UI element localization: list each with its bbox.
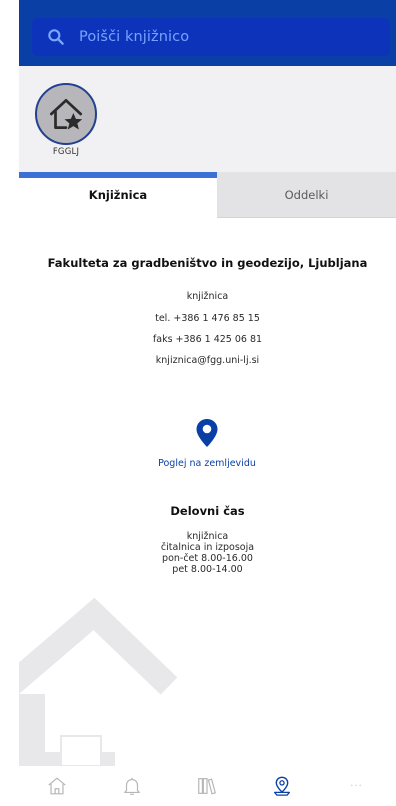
map-pin-icon: [273, 776, 290, 796]
library-code: FGGLJ: [52, 147, 80, 157]
tab-oddelki[interactable]: Oddelki: [217, 172, 396, 218]
hours-line: čitalnica in izposoja: [160, 542, 255, 553]
bottom-navigation: ···: [19, 766, 396, 806]
house-watermark: [19, 596, 189, 766]
home-icon: [47, 777, 66, 795]
faculty-name: Fakulteta za gradbeništvo in geodezijo, …: [47, 256, 368, 270]
nav-notifications[interactable]: [94, 766, 169, 806]
library-selector: FGGLJ: [19, 66, 396, 172]
tab-bar: Knjižnica Oddelki: [19, 172, 396, 218]
search-placeholder: Poišči knjižnico: [79, 29, 190, 45]
header-bar: Poišči knjižnico: [19, 0, 396, 66]
bell-icon: [123, 777, 140, 795]
map-pin-icon: [196, 419, 218, 447]
library-avatar[interactable]: [35, 83, 97, 145]
tab-knjiznica[interactable]: Knjižnica: [19, 172, 217, 218]
hours-line: pet 8.00-14.00: [172, 564, 243, 575]
email-link[interactable]: knjiznica@fgg.uni-lj.si: [19, 355, 396, 366]
view-on-map-link[interactable]: Poglej na zemljevidu: [158, 418, 256, 478]
search-icon: [48, 29, 64, 45]
more-icon: ···: [350, 780, 363, 792]
fax-number: faks +386 1 425 06 81: [152, 334, 263, 345]
hours-line: pon-čet 8.00-16.00: [162, 553, 253, 564]
search-input[interactable]: Poišči knjižnico: [32, 18, 390, 56]
nav-locations[interactable]: [244, 766, 319, 806]
house-watermark-icon: [19, 597, 178, 766]
view-on-map-label: Poglej na zemljevidu: [158, 458, 256, 469]
department-label: knjižnica: [186, 291, 229, 302]
nav-more[interactable]: ···: [319, 766, 394, 806]
nav-home[interactable]: [19, 766, 94, 806]
opening-hours-title: Delovni čas: [170, 504, 245, 518]
books-icon: [197, 778, 216, 795]
home-star-icon: [49, 98, 83, 130]
hours-line: knjižnica: [186, 531, 229, 542]
phone-number[interactable]: tel. +386 1 476 85 15: [19, 313, 396, 324]
app-screen: Poišči knjižnico FGGLJ Knjižnica Oddelki…: [0, 0, 396, 806]
nav-books[interactable]: [169, 766, 244, 806]
